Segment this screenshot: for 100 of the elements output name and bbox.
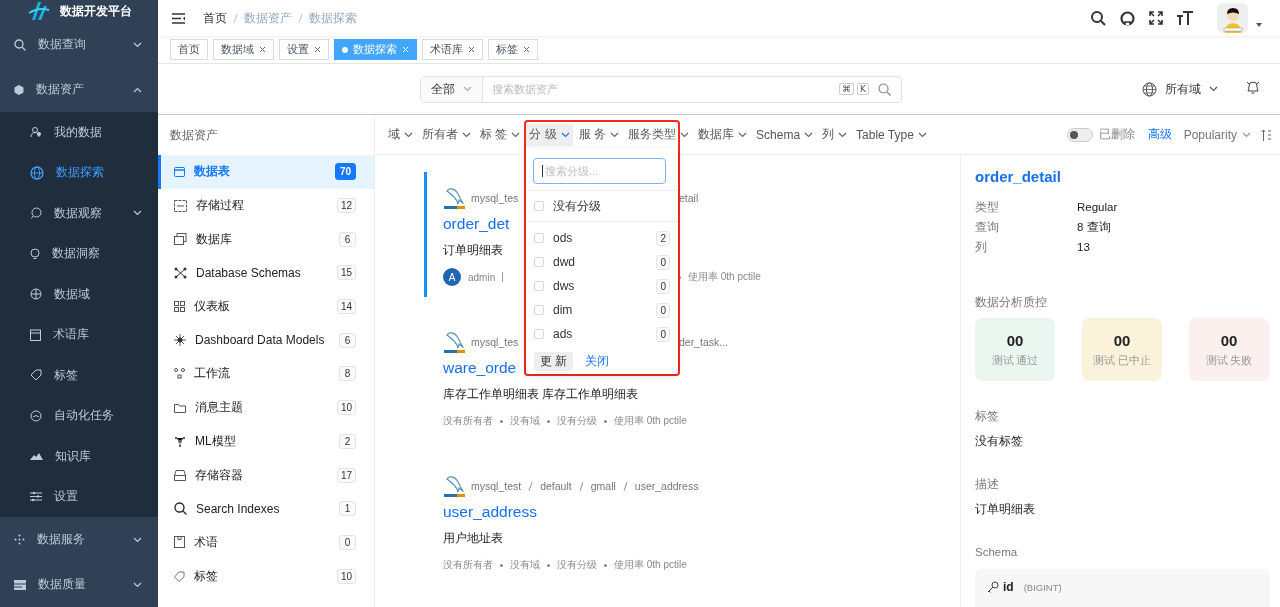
result-title[interactable]: ware_orde xyxy=(443,356,517,380)
dolphin-icon xyxy=(443,474,467,498)
close-link[interactable]: 关闭 xyxy=(585,353,610,370)
checkbox[interactable] xyxy=(534,329,544,339)
path-segment[interactable]: mysql_test xyxy=(471,480,522,492)
path-segment[interactable]: user_address xyxy=(634,480,699,492)
tab[interactable]: 设置 xyxy=(279,39,329,60)
asset-type-item[interactable]: ML模型 2 xyxy=(158,424,374,459)
checkbox-option[interactable]: dws 0 xyxy=(526,274,678,298)
checkbox[interactable] xyxy=(534,233,544,243)
result-title[interactable]: user_address xyxy=(443,500,537,524)
advanced-link[interactable]: 高级 xyxy=(1147,126,1172,143)
tab[interactable]: 术语库 xyxy=(422,39,483,60)
filter-dropdown[interactable]: 所有者 xyxy=(419,123,474,146)
chevron-icon xyxy=(738,131,748,138)
checkbox[interactable] xyxy=(534,201,544,211)
meta-text: 使用率 0th pctile xyxy=(614,414,687,428)
tab[interactable]: 标签 xyxy=(488,39,538,60)
filter-dropdown[interactable]: 列 xyxy=(819,123,851,146)
detail-title[interactable]: order_detail xyxy=(975,165,1270,187)
property-value: 13 xyxy=(1077,240,1091,255)
update-button[interactable]: 更 新 xyxy=(534,352,574,371)
asset-type-item[interactable]: 消息主题 10 xyxy=(158,390,374,425)
filter-dropdown[interactable]: 数据库 xyxy=(695,123,751,146)
filter-dropdown[interactable]: Table Type xyxy=(853,123,930,146)
asset-type-item[interactable]: Dashboard Data Models 6 xyxy=(158,323,374,358)
menu-item[interactable]: 知识库 xyxy=(0,436,158,477)
path-segment[interactable]: mysql_tes xyxy=(471,192,519,204)
filter-dropdown[interactable]: 分 级 xyxy=(526,123,573,146)
checkbox[interactable] xyxy=(534,305,544,315)
menu-item[interactable]: 数据洞察 xyxy=(0,233,158,274)
menu-item[interactable]: 我的数据 xyxy=(0,112,158,153)
chat-icon xyxy=(30,207,42,220)
checkbox-option[interactable]: dwd 0 xyxy=(526,250,678,274)
menu-item[interactable]: 自动化任务 xyxy=(0,395,158,436)
menu-group[interactable]: 数据服务 xyxy=(0,517,158,562)
column-name: id xyxy=(1003,580,1014,594)
sort-select[interactable]: Popularity xyxy=(1183,127,1251,142)
menu-group[interactable]: 数据查询 xyxy=(0,22,158,67)
checkbox-option[interactable]: ods 2 xyxy=(526,226,678,250)
asset-type-item[interactable]: 数据库 6 xyxy=(158,222,374,257)
grid-icon xyxy=(174,301,185,313)
path-segment[interactable]: default xyxy=(540,480,572,492)
asset-type-item[interactable]: Search Indexes 1 xyxy=(158,491,374,526)
count-badge: 70 xyxy=(334,163,356,181)
chevron-icon xyxy=(511,131,521,138)
menu-group[interactable]: 数据资产 xyxy=(0,67,158,112)
asset-type-item[interactable]: 存储过程 12 xyxy=(158,188,374,223)
owner-name[interactable]: admin xyxy=(468,271,496,283)
domain-select[interactable]: 所有域 xyxy=(1142,80,1218,98)
menu-item[interactable]: 术语库 xyxy=(0,314,158,355)
dolphin-icon xyxy=(443,330,467,354)
checkbox[interactable] xyxy=(534,257,544,267)
menu-group[interactable]: 数据质量 xyxy=(0,562,158,607)
globe-icon xyxy=(1142,81,1157,97)
avatar[interactable] xyxy=(1217,3,1248,33)
menu-item[interactable]: 数据探索 xyxy=(0,152,158,193)
menu-item[interactable]: 数据域 xyxy=(0,274,158,315)
checkbox[interactable] xyxy=(534,281,544,291)
globe-icon xyxy=(30,288,42,301)
path-segment[interactable]: mysql_tes xyxy=(471,336,519,348)
breadcrumb-item[interactable]: 首页 xyxy=(203,9,227,27)
checkbox-option[interactable]: 没有分级 xyxy=(526,191,678,221)
close-icon xyxy=(314,46,321,53)
text-size-icon xyxy=(1177,11,1193,25)
checkbox-option[interactable]: ads 0 xyxy=(526,322,678,346)
filter-dropdown[interactable]: 域 xyxy=(385,123,416,146)
asset-type-item[interactable]: 工作流 8 xyxy=(158,357,374,391)
asset-type-item[interactable]: 术语 0 xyxy=(158,525,374,560)
tab[interactable]: 首页 xyxy=(170,39,208,60)
meta-text: 没有分级 xyxy=(557,558,597,572)
filter-dropdown[interactable]: Schema xyxy=(753,123,817,146)
toggle-switch[interactable] xyxy=(1066,127,1093,142)
filter-dropdown[interactable]: 服 务 xyxy=(575,123,623,146)
database-icon xyxy=(174,233,187,246)
section-title: 描述 xyxy=(975,476,1000,492)
path-segment[interactable]: gmall xyxy=(590,480,616,492)
menu-item[interactable]: 设置 xyxy=(0,476,158,517)
search-field[interactable]: 全部 搜索数据资产 ⌘ K xyxy=(420,75,902,103)
fullscreen-icon xyxy=(1149,11,1163,25)
search-icon xyxy=(878,82,891,96)
asset-type-item[interactable]: 仪表板 14 xyxy=(158,289,374,324)
filter-dropdown[interactable]: 服务类型 xyxy=(625,123,693,146)
path-segment[interactable]: etail xyxy=(679,192,699,204)
count-badge: 1 xyxy=(339,501,356,517)
asset-type-item[interactable]: 标签 10 xyxy=(158,559,374,593)
result-description: 订单明细表 xyxy=(443,242,503,258)
result-description: 库存工作单明细表 库存工作单明细表 xyxy=(443,386,639,402)
path-segment[interactable]: der_task... xyxy=(679,336,729,348)
tab[interactable]: 数据域 xyxy=(213,39,274,60)
filter-dropdown[interactable]: 标 签 xyxy=(477,123,524,146)
menu-item[interactable]: 数据观察 xyxy=(0,193,158,234)
checkbox-option[interactable]: dim 0 xyxy=(526,298,678,322)
asset-type-item[interactable]: 数据表 70 xyxy=(158,155,374,189)
asset-type-item[interactable]: Database Schemas 15 xyxy=(158,256,374,290)
asset-type-item[interactable]: 存储容器 17 xyxy=(158,458,374,492)
scope-select[interactable]: 全部 xyxy=(421,76,483,102)
result-title[interactable]: order_det xyxy=(443,212,510,236)
property-label: 类型 xyxy=(975,199,1000,215)
menu-item[interactable]: 标签 xyxy=(0,355,158,396)
